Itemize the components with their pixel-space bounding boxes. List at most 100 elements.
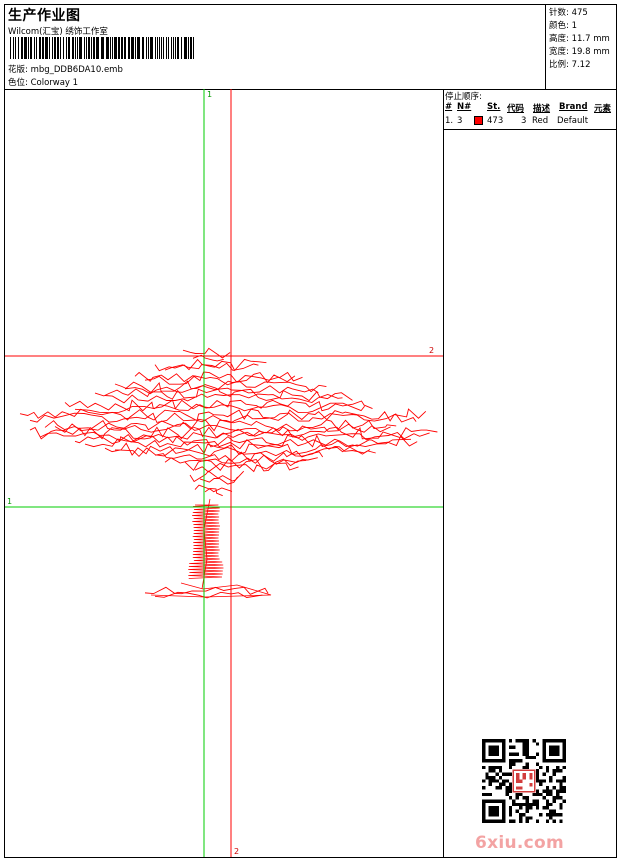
qr-module	[562, 739, 566, 743]
col-header-stitches: St.	[487, 102, 501, 112]
barcode-bar	[171, 37, 172, 59]
qr-module	[482, 742, 486, 746]
qr-module	[512, 802, 516, 807]
sheet-header: 生产作业图 Wilcom(汇宝) 绣饰工作室 花版: mbg_DDB6DA10.…	[5, 5, 616, 90]
qr-module	[535, 806, 540, 810]
barcode-bar	[24, 37, 27, 59]
qr-module	[532, 802, 536, 807]
qr-module	[502, 782, 506, 787]
qr-module	[482, 806, 486, 810]
stop-sequence-table: 停止顺序: # N# St. 代码 描述 Brand 元素 1. 3 473 3…	[443, 89, 616, 130]
qr-module	[495, 745, 499, 750]
qr-module	[502, 759, 506, 763]
barcode-bar	[175, 37, 176, 59]
barcode-bar	[54, 37, 56, 59]
qr-module	[515, 786, 520, 790]
qr-module	[512, 819, 516, 823]
qr-module	[495, 819, 499, 823]
qr-module	[555, 752, 560, 756]
stitch-run	[114, 380, 327, 394]
barcode-bar	[124, 37, 126, 59]
qr-module	[522, 742, 526, 746]
qr-module	[485, 819, 489, 823]
qr-module	[502, 745, 506, 750]
qr-module	[495, 752, 499, 756]
qr-module	[529, 755, 533, 760]
qr-module	[559, 739, 563, 743]
qr-module	[545, 769, 550, 773]
qr-module	[555, 759, 560, 763]
qr-module	[495, 812, 499, 817]
design-scale: 比例: 7.12	[549, 60, 591, 70]
qr-module	[542, 759, 546, 763]
barcode-bar	[146, 37, 147, 59]
qr-module	[532, 755, 536, 760]
qr-module	[562, 755, 566, 760]
qr-module	[522, 802, 526, 807]
qr-module	[508, 762, 513, 766]
qr-module	[562, 742, 566, 746]
qr-module	[525, 755, 530, 760]
barcode-bar	[159, 37, 160, 59]
qr-module	[535, 742, 540, 746]
barcode-bar	[75, 37, 76, 59]
row-brand: Default	[557, 116, 589, 126]
col-header-needle: N#	[457, 102, 472, 112]
qr-module	[488, 739, 493, 743]
barcode-bar	[177, 37, 179, 59]
qr-module	[482, 819, 486, 823]
qr-module	[495, 765, 499, 770]
barcode-bar	[121, 37, 123, 59]
qr-module	[545, 812, 550, 817]
qr-module	[508, 789, 513, 793]
qr-module	[549, 812, 553, 817]
barcode-bar	[13, 37, 14, 59]
qr-module	[482, 759, 486, 763]
barcode-bar	[18, 37, 19, 59]
qr-module	[505, 786, 509, 790]
qr-module	[555, 796, 560, 800]
barcode-bar	[39, 37, 41, 59]
qr-module	[505, 772, 509, 776]
qr-module	[508, 745, 513, 750]
col-header-description: 描述	[533, 104, 551, 114]
qr-module	[515, 802, 519, 807]
stop-sequence-panel: 停止顺序: # N# St. 代码 描述 Brand 元素 1. 3 473 3…	[443, 89, 616, 857]
barcode-bar	[10, 37, 11, 59]
qr-module	[488, 792, 493, 797]
qr-module	[552, 819, 556, 823]
qr-module	[555, 789, 560, 793]
qr-module	[522, 739, 526, 743]
qr-module	[522, 772, 527, 777]
qr-module	[505, 792, 509, 797]
qr-module	[485, 739, 489, 743]
barcode-bar	[34, 37, 35, 59]
qr-module	[482, 755, 486, 760]
guide-label-v1: 1	[207, 90, 212, 99]
qr-module	[502, 816, 506, 820]
qr-module	[539, 782, 543, 787]
barcode-bar	[166, 37, 167, 59]
qr-module	[549, 739, 553, 743]
qr-module	[515, 796, 519, 800]
qr-module	[525, 806, 530, 810]
qr-module	[488, 779, 493, 783]
qr-module	[545, 802, 550, 807]
qr-module	[482, 799, 486, 803]
barcode-bar	[84, 37, 85, 59]
qr-module	[492, 739, 496, 743]
qr-module	[545, 792, 550, 797]
qr-module	[525, 742, 530, 746]
qr-module	[529, 783, 533, 787]
stitch-run	[104, 393, 343, 404]
qr-module	[498, 765, 503, 770]
qr-module	[495, 806, 499, 810]
qr-module	[492, 806, 496, 810]
barcode-bar	[106, 37, 109, 59]
qr-module	[492, 779, 496, 783]
qr-module	[555, 745, 560, 750]
qr-module	[502, 802, 506, 807]
barcode-bar	[131, 37, 134, 59]
qr-module	[562, 779, 566, 783]
qr-module	[549, 759, 553, 763]
